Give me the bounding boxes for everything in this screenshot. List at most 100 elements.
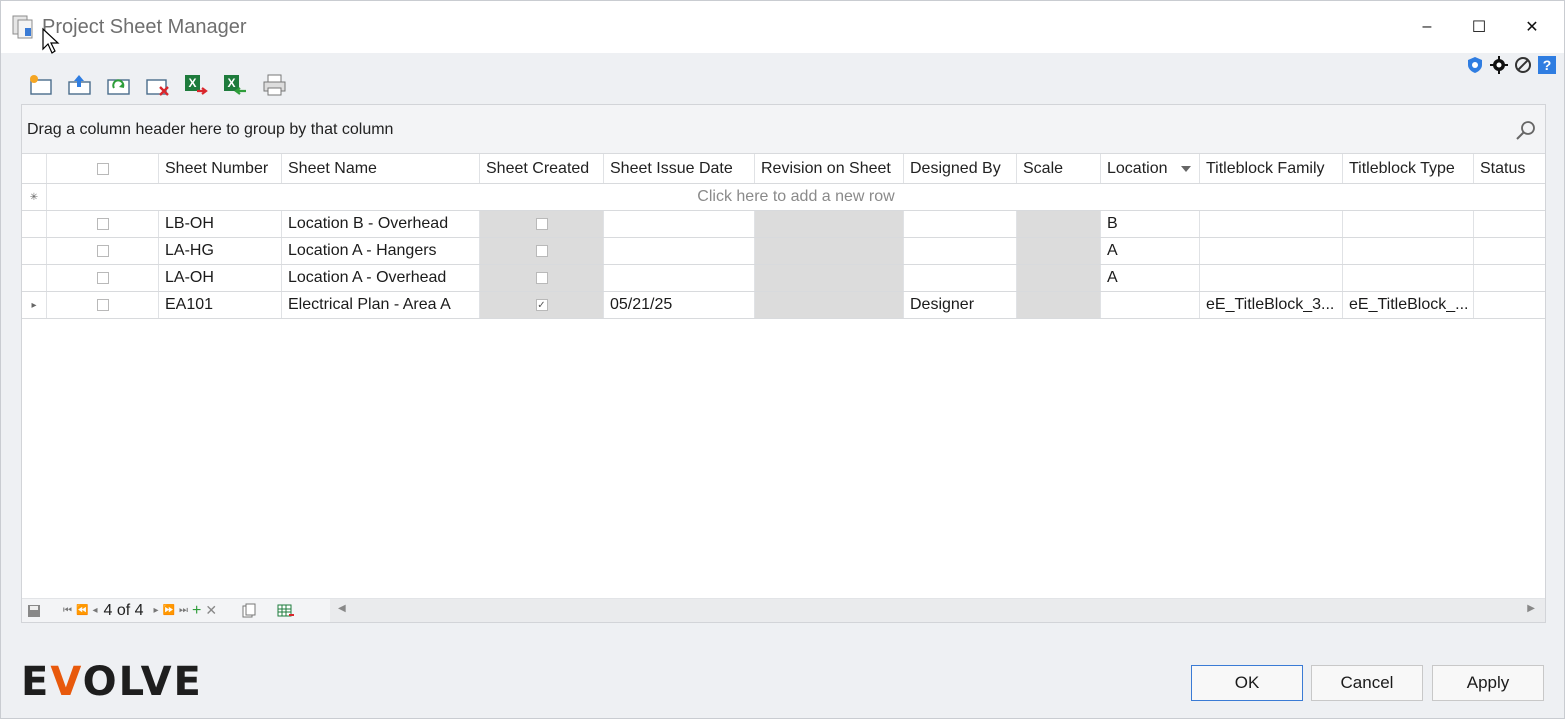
column-header-revision-on-sheet[interactable]: Revision on Sheet [755,154,904,183]
cell-sheet-created [480,265,604,291]
column-header-sheet-issue-date[interactable]: Sheet Issue Date [604,154,755,183]
cell-revision [755,292,904,318]
row-indicator [22,238,47,264]
new-row-indicator-icon: ✳ [22,184,47,210]
previous-page-icon[interactable]: ⏪ [76,605,88,616]
row-select-checkbox[interactable] [47,238,159,264]
column-header-titleblock-type[interactable]: Titleblock Type [1343,154,1474,183]
cell-location[interactable]: A [1101,265,1200,291]
maximize-button[interactable]: ☐ [1459,13,1499,41]
cancel-button[interactable]: Cancel [1311,665,1423,701]
row-select-checkbox[interactable] [47,211,159,237]
save-layout-icon[interactable] [27,604,41,618]
last-record-icon[interactable]: ⏭ [179,605,188,616]
ok-button[interactable]: OK [1191,665,1303,701]
cell-titleblock-family[interactable] [1200,238,1343,264]
cell-designed-by[interactable] [904,238,1017,264]
row-indicator-header [22,154,47,183]
sheet-created-checkbox [535,245,548,257]
delete-record-icon[interactable]: ✕ [205,602,217,619]
filter-dropdown-icon[interactable] [1181,166,1191,172]
cell-sheet-number[interactable]: LA-OH [159,265,282,291]
print-icon[interactable] [261,71,288,99]
search-icon[interactable] [1515,119,1537,141]
minimize-button[interactable]: – [1407,13,1447,41]
gear-icon[interactable] [1490,56,1508,74]
cell-titleblock-family[interactable] [1200,211,1343,237]
table-row[interactable]: ▸ EA101 Electrical Plan - Area A ✓ 05/21… [22,292,1545,319]
cell-status[interactable] [1474,238,1547,264]
cell-status[interactable] [1474,292,1547,318]
cell-location[interactable]: A [1101,238,1200,264]
toolbar: X X [27,71,288,99]
cell-sheet-number[interactable]: EA101 [159,292,282,318]
app-icon [12,15,33,39]
scroll-right-icon[interactable]: ▶ [1527,603,1535,614]
cell-designed-by[interactable]: Designer [904,292,1017,318]
horizontal-scrollbar[interactable]: ◀ ▶ [330,599,1545,622]
cell-titleblock-type[interactable] [1343,265,1474,291]
cell-designed-by[interactable] [904,211,1017,237]
cell-titleblock-family[interactable] [1200,265,1343,291]
cell-titleblock-type[interactable] [1343,211,1474,237]
cell-status[interactable] [1474,211,1547,237]
group-panel[interactable]: Drag a column header here to group by th… [22,105,1545,154]
cell-issue-date[interactable]: 05/21/25 [604,292,755,318]
first-record-icon[interactable]: ⏮ [63,605,72,616]
select-all-checkbox[interactable] [96,162,109,175]
group-panel-text: Drag a column header here to group by th… [27,121,394,138]
cell-sheet-name[interactable]: Location A - Hangers [282,238,480,264]
cell-titleblock-type[interactable]: eE_TitleBlock_... [1343,292,1474,318]
export-grid-icon[interactable] [277,603,295,619]
table-row[interactable]: LB-OH Location B - Overhead B [22,211,1545,238]
cell-sheet-number[interactable]: LB-OH [159,211,282,237]
cell-issue-date[interactable] [604,211,755,237]
cell-status[interactable] [1474,265,1547,291]
cell-revision [755,238,904,264]
export-excel-icon[interactable]: X [183,71,210,99]
column-header-scale[interactable]: Scale [1017,154,1101,183]
help-icon[interactable]: ? [1538,56,1556,74]
new-sheet-icon[interactable] [27,71,54,99]
import-excel-icon[interactable]: X [222,71,249,99]
upload-icon[interactable] [66,71,93,99]
copy-icon[interactable] [241,603,257,619]
column-header-designed-by[interactable]: Designed By [904,154,1017,183]
sheet-created-checkbox-checked: ✓ [535,299,548,311]
column-header-sheet-name[interactable]: Sheet Name [282,154,480,183]
apply-button[interactable]: Apply [1432,665,1544,701]
cell-issue-date[interactable] [604,265,755,291]
cell-issue-date[interactable] [604,238,755,264]
column-header-status[interactable]: Status [1474,154,1547,183]
delete-sheet-icon[interactable] [144,71,171,99]
column-header-sheet-created[interactable]: Sheet Created [480,154,604,183]
cell-sheet-name[interactable]: Electrical Plan - Area A [282,292,480,318]
cell-sheet-number[interactable]: LA-HG [159,238,282,264]
cell-sheet-name[interactable]: Location A - Overhead [282,265,480,291]
cell-titleblock-type[interactable] [1343,238,1474,264]
new-row-text[interactable]: Click here to add a new row [47,184,1545,210]
close-button[interactable]: ✕ [1512,13,1552,41]
cell-location[interactable]: B [1101,211,1200,237]
previous-record-icon[interactable]: ◂ [92,605,97,616]
next-record-icon[interactable]: ▸ [154,605,159,616]
add-record-icon[interactable]: + [192,602,201,620]
refresh-icon[interactable] [105,71,132,99]
column-header-location[interactable]: Location [1101,154,1200,183]
table-row[interactable]: LA-OH Location A - Overhead A [22,265,1545,292]
row-select-checkbox[interactable] [47,265,159,291]
cell-designed-by[interactable] [904,265,1017,291]
select-all-checkbox-header[interactable] [47,154,159,183]
gear-alt-icon[interactable] [1514,56,1532,74]
cell-titleblock-family[interactable]: eE_TitleBlock_3... [1200,292,1343,318]
table-row[interactable]: LA-HG Location A - Hangers A [22,238,1545,265]
cell-location[interactable] [1101,292,1200,318]
scroll-left-icon[interactable]: ◀ [338,603,346,614]
cell-sheet-name[interactable]: Location B - Overhead [282,211,480,237]
next-page-icon[interactable]: ⏩ [163,605,175,616]
new-row[interactable]: ✳ Click here to add a new row [22,184,1545,211]
row-select-checkbox[interactable] [47,292,159,318]
column-header-titleblock-family[interactable]: Titleblock Family [1200,154,1343,183]
column-header-sheet-number[interactable]: Sheet Number [159,154,282,183]
shield-icon[interactable] [1466,56,1484,74]
